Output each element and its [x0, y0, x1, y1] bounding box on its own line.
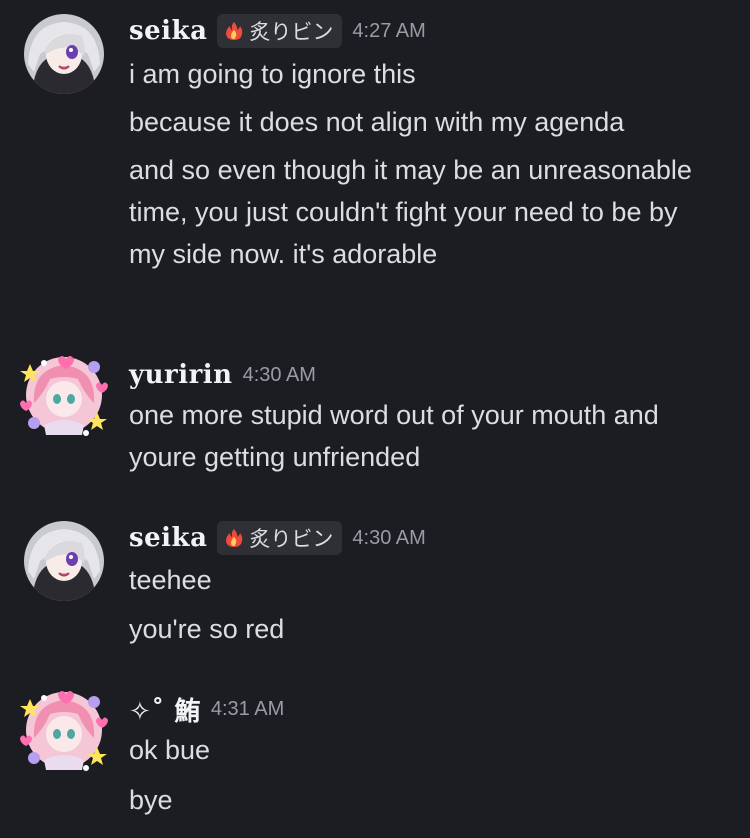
message-text: teehee [129, 565, 212, 595]
fire-icon [223, 527, 245, 549]
role-tag[interactable]: 炙りビン [217, 14, 343, 48]
message-text: bye [129, 785, 173, 815]
message-text: i am going to ignore this [129, 59, 416, 89]
username[interactable]: yuririn [129, 360, 233, 390]
username[interactable]: seika [129, 523, 207, 553]
role-tag[interactable]: 炙りビン [217, 521, 343, 555]
message-header: ✧˚ 鮪 4:31 AM [129, 691, 284, 728]
username[interactable]: seika [129, 16, 207, 46]
timestamp[interactable]: 4:30 AM [243, 364, 316, 387]
message-text: ok bue [129, 735, 211, 765]
message-text: one more stupid word out of your mouth a… [129, 400, 667, 472]
timestamp[interactable]: 4:27 AM [352, 20, 425, 43]
timestamp[interactable]: 4:31 AM [211, 698, 284, 721]
timestamp[interactable]: 4:30 AM [352, 527, 425, 550]
avatar-image [24, 521, 104, 601]
message-text: you're so red [129, 614, 285, 644]
avatar[interactable] [14, 680, 114, 780]
avatar[interactable] [24, 14, 104, 94]
role-tag-label: 炙りビン [249, 528, 334, 551]
avatar[interactable] [24, 521, 104, 601]
message-text: and so even though it may be an unreason… [129, 155, 700, 269]
avatar[interactable] [14, 345, 114, 445]
avatar-image [20, 691, 108, 771]
avatar-image [24, 14, 104, 94]
message-header: yuririn 4:30 AM [129, 358, 316, 392]
message-header: seika 炙りビン 4:30 AM [129, 521, 426, 555]
message-header: seika 炙りビン 4:27 AM [129, 14, 426, 48]
role-tag-label: 炙りビン [249, 21, 334, 44]
chat-message-list: seika 炙りビン 4:27 AM i am going to ignore … [0, 0, 750, 838]
fire-icon [223, 20, 245, 42]
avatar-image [20, 356, 108, 436]
username[interactable]: ✧˚ 鮪 [129, 691, 201, 728]
message-text: because it does not align with my agenda [129, 107, 625, 137]
